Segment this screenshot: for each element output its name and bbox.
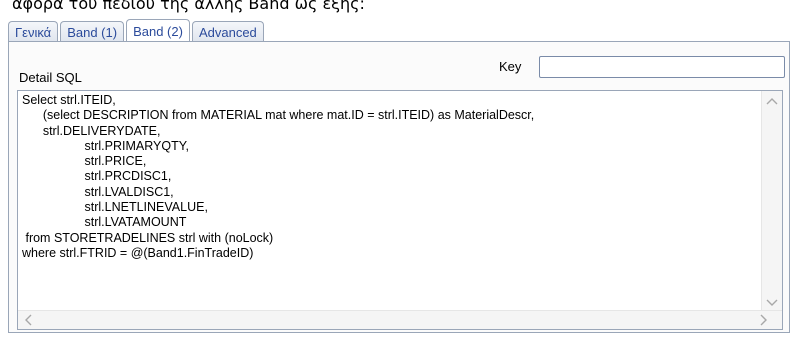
chevron-up-icon[interactable] — [766, 95, 778, 107]
tab-general[interactable]: Γενικά — [8, 21, 59, 42]
sql-line: strl.PRIMARYQTY, — [22, 138, 189, 153]
tab-advanced[interactable]: Advanced — [191, 21, 264, 42]
detail-sql-label: Detail SQL — [19, 70, 82, 85]
chevron-left-icon[interactable] — [24, 314, 32, 328]
sql-line: from STORETRADELINES strl with (noLock) — [22, 230, 274, 245]
horizontal-scrollbar[interactable] — [18, 310, 782, 329]
tab-band-1[interactable]: Band (1) — [60, 21, 125, 42]
sql-line: strl.PRCDISC1, — [22, 169, 172, 184]
sql-line: strl.DELIVERYDATE, — [22, 123, 161, 138]
sql-line: (select DESCRIPTION from MATERIAL mat wh… — [22, 108, 535, 123]
sql-line: Select strl.ITEID, — [22, 93, 116, 107]
sql-line: strl.LVALDISC1, — [22, 184, 174, 199]
intro-text: αφορά του πεδίου της άλλης Band ως εξής: — [12, 0, 365, 13]
sql-text[interactable]: Select strl.ITEID, (select DESCRIPTION f… — [22, 93, 760, 311]
chevron-down-icon[interactable] — [766, 297, 778, 309]
vertical-scrollbar[interactable] — [761, 91, 782, 311]
band-2-panel: Detail SQL Key Select strl.ITEID, (selec… — [8, 41, 790, 333]
tab-band-2[interactable]: Band (2) — [126, 19, 190, 42]
sql-line: strl.PRICE, — [22, 154, 147, 169]
sql-line: strl.LVATAMOUNT — [22, 215, 187, 230]
sql-line: strl.LNETLINEVALUE, — [22, 200, 208, 215]
tabstrip: Γενικά Band (1) Band (2) Advanced — [8, 18, 266, 42]
chevron-right-icon[interactable] — [760, 314, 768, 328]
key-label: Key — [499, 59, 522, 74]
sql-line: where strl.FTRID = @(Band1.FinTradeID) — [22, 245, 254, 260]
key-input[interactable] — [539, 56, 785, 78]
detail-sql-editor[interactable]: Select strl.ITEID, (select DESCRIPTION f… — [17, 90, 783, 330]
